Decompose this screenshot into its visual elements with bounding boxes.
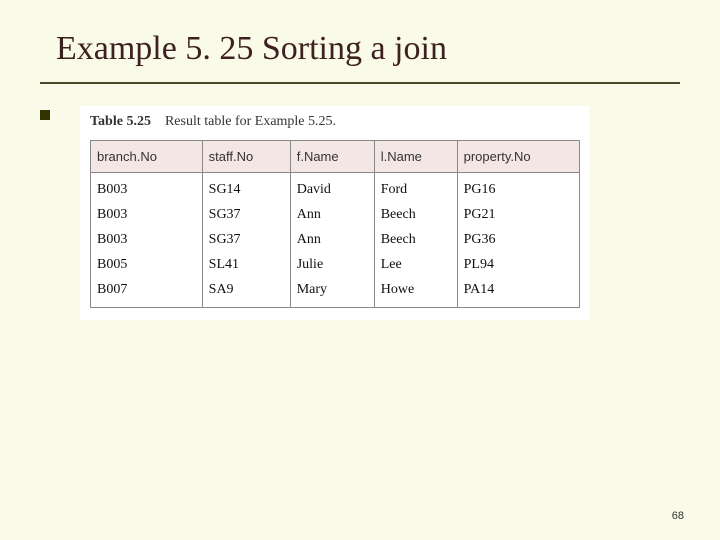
cell: PG36 <box>457 228 579 253</box>
bullet-icon <box>40 110 50 120</box>
cell: Beech <box>374 228 457 253</box>
caption-label: Table 5.25 <box>90 114 151 129</box>
table-row: B005 SL41 Julie Lee PL94 <box>91 253 580 278</box>
result-table: branch.No staff.No f.Name l.Name propert… <box>90 140 580 308</box>
cell: SL41 <box>202 253 290 278</box>
col-header: f.Name <box>290 141 374 173</box>
cell: Mary <box>290 278 374 308</box>
table-row: B003 SG14 David Ford PG16 <box>91 173 580 203</box>
cell: Beech <box>374 203 457 228</box>
cell: B005 <box>91 253 203 278</box>
cell: B003 <box>91 228 203 253</box>
cell: PG21 <box>457 203 579 228</box>
page-number: 68 <box>672 510 684 522</box>
title-underline <box>40 82 680 84</box>
cell: Ann <box>290 203 374 228</box>
table-row: B007 SA9 Mary Howe PA14 <box>91 278 580 308</box>
cell: SG37 <box>202 203 290 228</box>
cell: B003 <box>91 173 203 203</box>
table-caption: Table 5.25 Result table for Example 5.25… <box>90 114 580 130</box>
cell: B007 <box>91 278 203 308</box>
col-header: l.Name <box>374 141 457 173</box>
cell: Julie <box>290 253 374 278</box>
cell: PL94 <box>457 253 579 278</box>
table-header-row: branch.No staff.No f.Name l.Name propert… <box>91 141 580 173</box>
table-figure: Table 5.25 Result table for Example 5.25… <box>80 106 590 320</box>
col-header: branch.No <box>91 141 203 173</box>
cell: PA14 <box>457 278 579 308</box>
cell: SG37 <box>202 228 290 253</box>
slide-title: Example 5. 25 Sorting a join <box>56 30 670 68</box>
table-row: B003 SG37 Ann Beech PG21 <box>91 203 580 228</box>
cell: Ford <box>374 173 457 203</box>
cell: SA9 <box>202 278 290 308</box>
cell: PG16 <box>457 173 579 203</box>
col-header: staff.No <box>202 141 290 173</box>
slide-container: Example 5. 25 Sorting a join Table 5.25 … <box>0 0 720 540</box>
cell: Howe <box>374 278 457 308</box>
cell: SG14 <box>202 173 290 203</box>
cell: David <box>290 173 374 203</box>
caption-text: Result table for Example 5.25. <box>165 114 336 129</box>
cell: B003 <box>91 203 203 228</box>
table-row: B003 SG37 Ann Beech PG36 <box>91 228 580 253</box>
col-header: property.No <box>457 141 579 173</box>
cell: Ann <box>290 228 374 253</box>
cell: Lee <box>374 253 457 278</box>
